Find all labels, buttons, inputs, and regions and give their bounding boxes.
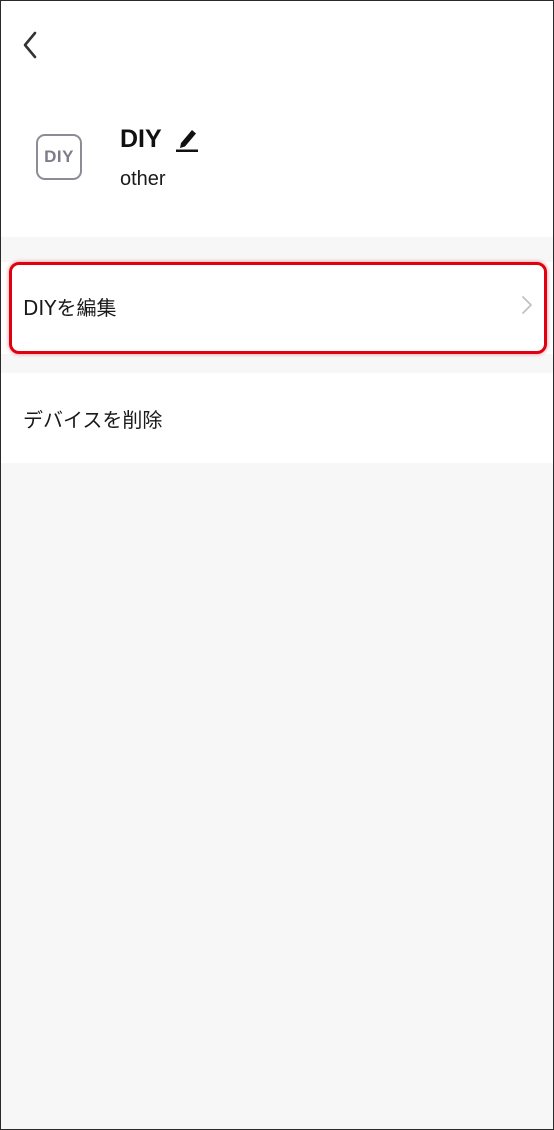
edit-name-button[interactable] xyxy=(174,125,200,153)
back-button[interactable] xyxy=(13,27,49,63)
device-settings-screen: DIY DIY other DIYを編集 デバイスを削除 xyxy=(0,0,554,1130)
delete-device-label: デバイスを削除 xyxy=(23,408,163,432)
pencil-icon xyxy=(176,130,198,152)
edit-diy-label: DIYを編集 xyxy=(23,296,117,320)
chevron-right-icon xyxy=(522,296,532,314)
chevron-left-icon xyxy=(23,31,37,59)
device-name: DIY xyxy=(120,125,162,153)
device-category: other xyxy=(120,168,166,190)
header-section: DIY DIY other xyxy=(1,1,553,237)
device-icon-text: DIY xyxy=(44,147,74,166)
edit-diy-row[interactable]: DIYを編集 xyxy=(1,262,553,354)
delete-device-row[interactable]: デバイスを削除 xyxy=(1,373,553,463)
device-icon: DIY xyxy=(36,134,82,180)
